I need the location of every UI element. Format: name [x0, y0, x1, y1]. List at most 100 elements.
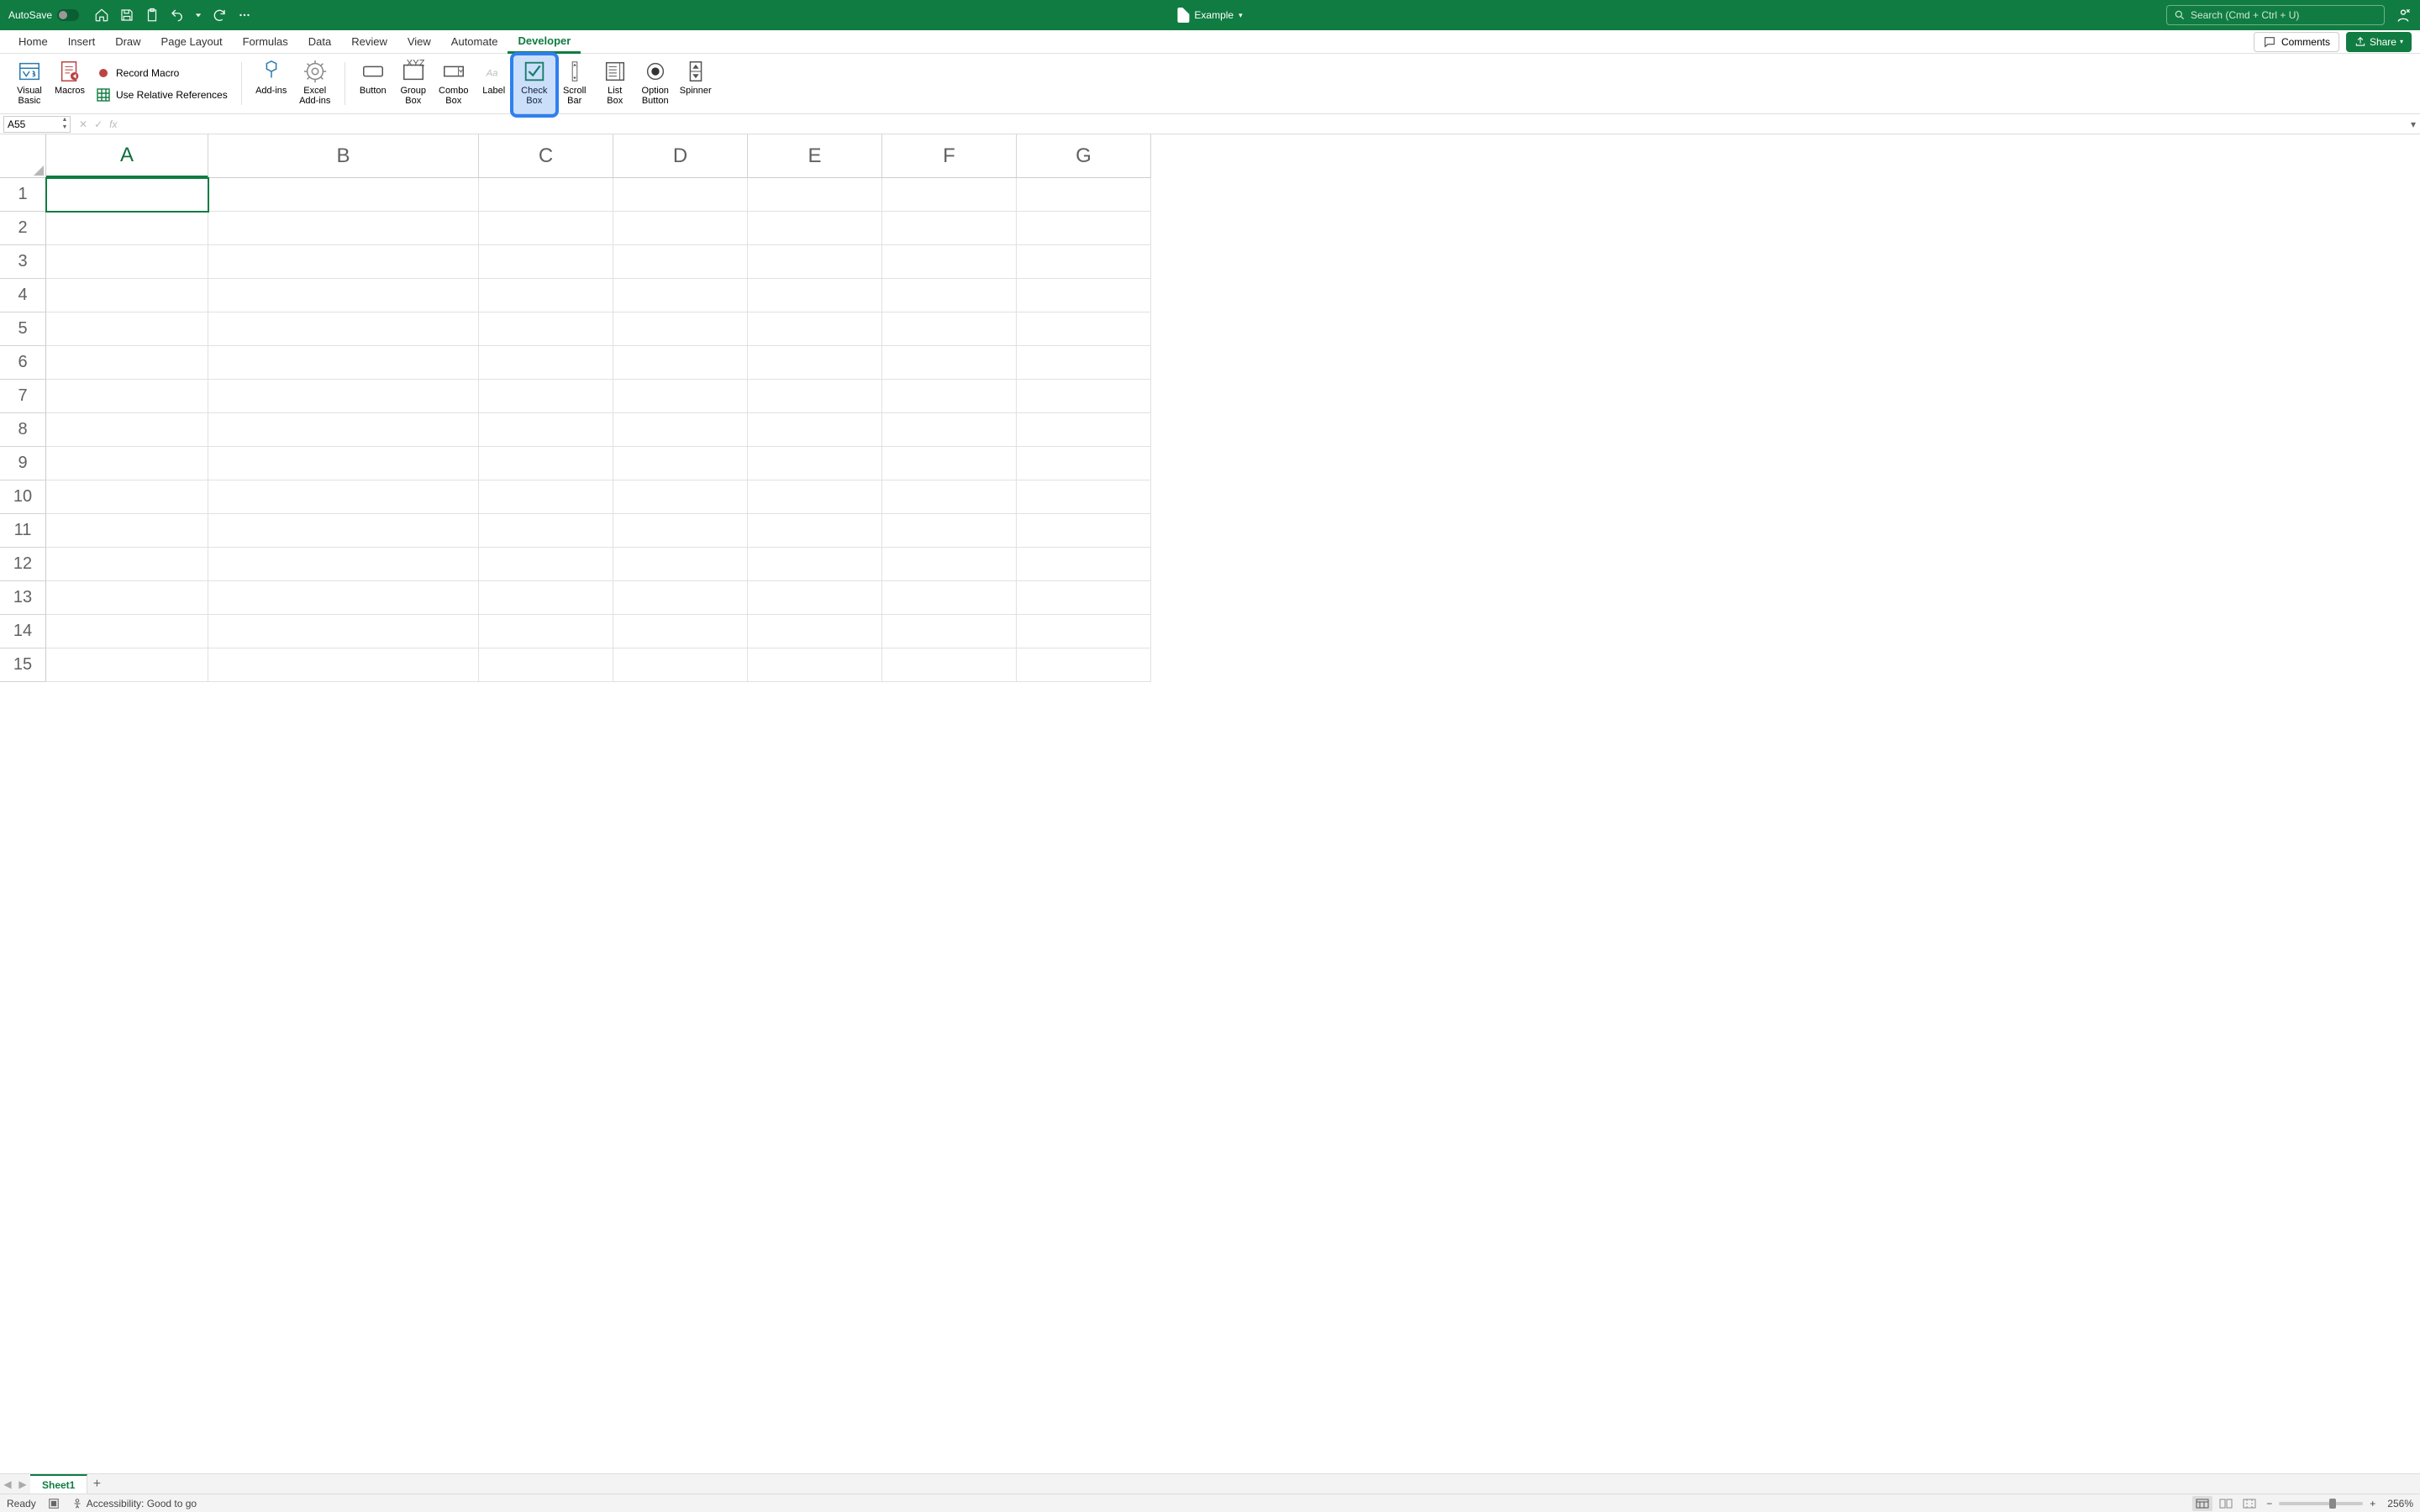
- cell[interactable]: [748, 548, 882, 581]
- macros-button[interactable]: Macros: [52, 57, 87, 111]
- cell[interactable]: [748, 581, 882, 615]
- cell[interactable]: [882, 615, 1017, 648]
- cell[interactable]: [882, 279, 1017, 312]
- share-button[interactable]: Share ▾: [2346, 32, 2412, 52]
- cell[interactable]: [208, 581, 479, 615]
- cell[interactable]: [46, 514, 208, 548]
- tab-formulas[interactable]: Formulas: [233, 30, 298, 54]
- undo-dropdown-icon[interactable]: [195, 8, 202, 23]
- cell[interactable]: [208, 212, 479, 245]
- cell[interactable]: [882, 581, 1017, 615]
- use-relative-refs-button[interactable]: Use Relative References: [92, 86, 231, 104]
- row-header[interactable]: 1: [0, 178, 46, 212]
- row-header[interactable]: 3: [0, 245, 46, 279]
- cell[interactable]: [748, 212, 882, 245]
- cell[interactable]: [208, 178, 479, 212]
- cell[interactable]: [882, 514, 1017, 548]
- tab-home[interactable]: Home: [8, 30, 58, 54]
- cell[interactable]: [479, 380, 613, 413]
- cell[interactable]: [46, 548, 208, 581]
- cell[interactable]: [882, 648, 1017, 682]
- row-header[interactable]: 13: [0, 581, 46, 615]
- row-header[interactable]: 10: [0, 480, 46, 514]
- tab-developer[interactable]: Developer: [508, 30, 581, 54]
- cell[interactable]: [613, 178, 748, 212]
- more-icon[interactable]: [237, 8, 252, 23]
- cell[interactable]: [613, 380, 748, 413]
- cell[interactable]: [748, 346, 882, 380]
- enter-icon[interactable]: ✓: [94, 118, 103, 130]
- zoom-slider[interactable]: [2279, 1502, 2363, 1505]
- col-header[interactable]: G: [1017, 134, 1151, 178]
- cell[interactable]: [479, 346, 613, 380]
- cell[interactable]: [1017, 615, 1151, 648]
- cell[interactable]: [613, 212, 748, 245]
- cell[interactable]: [46, 346, 208, 380]
- cell[interactable]: [1017, 648, 1151, 682]
- cell[interactable]: [613, 581, 748, 615]
- cell[interactable]: [479, 447, 613, 480]
- cell[interactable]: [882, 413, 1017, 447]
- cell[interactable]: [479, 279, 613, 312]
- cell[interactable]: [748, 380, 882, 413]
- normal-view-button[interactable]: [2192, 1496, 2212, 1511]
- select-all-triangle[interactable]: [0, 134, 46, 178]
- check-box-button[interactable]: Check Box: [517, 57, 552, 111]
- zoom-out-button[interactable]: −: [2263, 1498, 2275, 1509]
- cell[interactable]: [1017, 312, 1151, 346]
- row-header[interactable]: 11: [0, 514, 46, 548]
- cell[interactable]: [208, 413, 479, 447]
- cell[interactable]: [479, 178, 613, 212]
- cell[interactable]: [613, 447, 748, 480]
- accessibility-status[interactable]: Accessibility: Good to go: [71, 1498, 197, 1509]
- cell[interactable]: [882, 312, 1017, 346]
- tab-draw[interactable]: Draw: [105, 30, 150, 54]
- cell[interactable]: [882, 178, 1017, 212]
- row-header[interactable]: 7: [0, 380, 46, 413]
- search-box[interactable]: [2166, 5, 2385, 25]
- cell[interactable]: [613, 279, 748, 312]
- sheet-nav-left-icon[interactable]: ◀: [0, 1478, 15, 1490]
- cell[interactable]: [46, 178, 208, 212]
- cell[interactable]: [208, 648, 479, 682]
- name-box[interactable]: A55 ▲▼: [3, 116, 71, 133]
- option-button-button[interactable]: Option Button: [638, 57, 673, 111]
- tab-view[interactable]: View: [397, 30, 441, 54]
- worksheet[interactable]: ABCDEFG 123456789101112131415: [0, 134, 2420, 1473]
- cell[interactable]: [208, 548, 479, 581]
- cell[interactable]: [748, 447, 882, 480]
- cell[interactable]: [613, 548, 748, 581]
- cell[interactable]: [613, 615, 748, 648]
- col-header[interactable]: B: [208, 134, 479, 178]
- macro-status-icon[interactable]: [48, 1498, 60, 1509]
- col-header[interactable]: F: [882, 134, 1017, 178]
- col-header[interactable]: D: [613, 134, 748, 178]
- cell[interactable]: [882, 380, 1017, 413]
- cell[interactable]: [1017, 178, 1151, 212]
- group-box-button[interactable]: XYZGroup Box: [396, 57, 431, 111]
- add-ins-button[interactable]: Add-ins: [252, 57, 291, 111]
- col-header[interactable]: E: [748, 134, 882, 178]
- tab-review[interactable]: Review: [341, 30, 397, 54]
- cell[interactable]: [613, 648, 748, 682]
- row-header[interactable]: 2: [0, 212, 46, 245]
- cell[interactable]: [479, 413, 613, 447]
- sheet-nav-right-icon[interactable]: ▶: [15, 1478, 30, 1490]
- cell[interactable]: [479, 312, 613, 346]
- cell[interactable]: [882, 548, 1017, 581]
- document-title[interactable]: Example ▾: [1177, 8, 1242, 23]
- cell[interactable]: [46, 413, 208, 447]
- zoom-level[interactable]: 256%: [2387, 1498, 2413, 1509]
- cell[interactable]: [1017, 581, 1151, 615]
- cell[interactable]: [882, 346, 1017, 380]
- home-icon[interactable]: [94, 8, 109, 23]
- cell[interactable]: [748, 615, 882, 648]
- cell[interactable]: [613, 312, 748, 346]
- tab-page-layout[interactable]: Page Layout: [151, 30, 233, 54]
- cell[interactable]: [1017, 480, 1151, 514]
- cell[interactable]: [208, 245, 479, 279]
- cell[interactable]: [1017, 447, 1151, 480]
- cell[interactable]: [208, 615, 479, 648]
- record-macro-button[interactable]: Record Macro: [92, 64, 231, 82]
- cell[interactable]: [1017, 245, 1151, 279]
